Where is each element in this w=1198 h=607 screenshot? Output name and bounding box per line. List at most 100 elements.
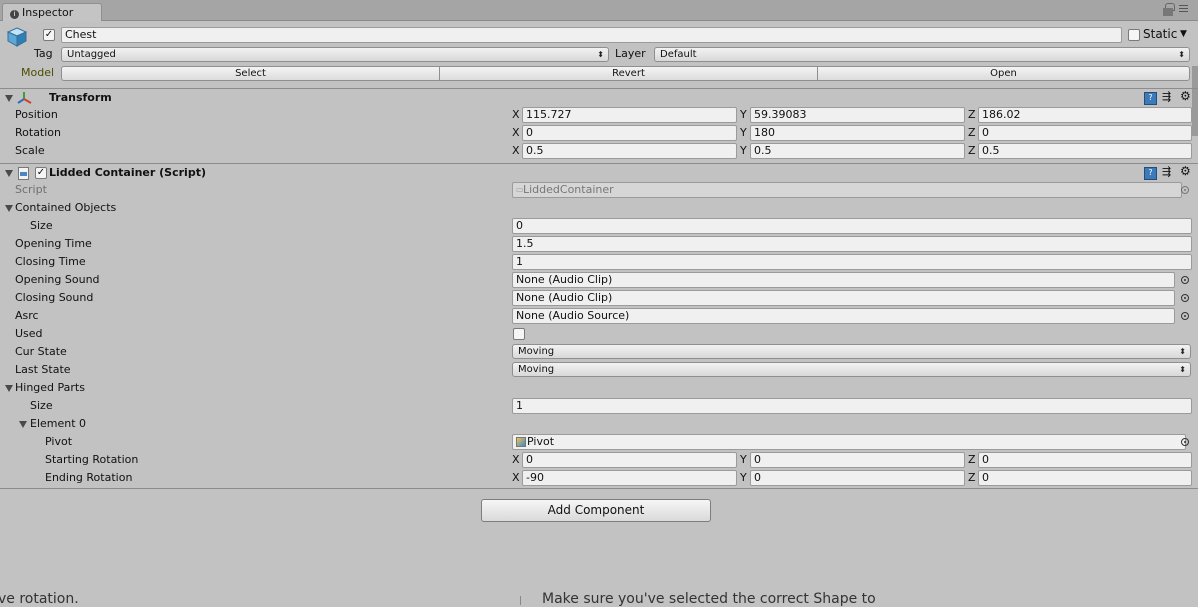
layer-dropdown[interactable]: Default ⬍: [654, 47, 1190, 62]
cur-state-value: Moving: [518, 346, 555, 357]
hinged-size-field[interactable]: 1: [512, 398, 1192, 414]
object-picker-icon[interactable]: [1181, 294, 1189, 302]
contained-objects-label[interactable]: Contained Objects: [15, 201, 116, 215]
axis-x-label[interactable]: X: [512, 471, 520, 485]
ending-rotation-x-field[interactable]: -90: [522, 470, 737, 486]
gear-icon[interactable]: ⚙: [1180, 89, 1191, 103]
pivot-label: Pivot: [45, 435, 73, 448]
tag-dropdown[interactable]: Untagged ⬍: [61, 47, 609, 62]
rotation-y-field[interactable]: 180: [750, 125, 965, 141]
contained-size-field[interactable]: 0: [512, 218, 1192, 234]
hinged-size-label: Size: [30, 399, 53, 412]
starting-rotation-x-field[interactable]: 0: [522, 452, 737, 468]
axis-z-label[interactable]: Z: [968, 453, 976, 467]
rotation-label: Rotation: [15, 126, 62, 139]
axis-y-label[interactable]: Y: [740, 108, 747, 122]
ending-rotation-z-field[interactable]: 0: [978, 470, 1192, 486]
axis-z-label[interactable]: Z: [968, 144, 976, 158]
scrollbar[interactable]: [1192, 66, 1198, 136]
menu-icon[interactable]: [1179, 5, 1188, 14]
updown-arrow-icon: ⬍: [1179, 347, 1186, 356]
preset-icon[interactable]: ⇶: [1162, 165, 1171, 179]
ending-rotation-y-field[interactable]: 0: [750, 470, 965, 486]
axis-y-label[interactable]: Y: [740, 453, 747, 467]
opening-time-label: Opening Time: [15, 237, 92, 250]
closing-time-field[interactable]: 1: [512, 254, 1192, 270]
opening-time-field[interactable]: 1.5: [512, 236, 1192, 252]
model-open-button[interactable]: Open: [817, 66, 1190, 81]
axis-y-label[interactable]: Y: [740, 471, 747, 485]
scale-y-field[interactable]: 0.5: [750, 143, 965, 159]
transform-title: Transform: [49, 91, 112, 104]
model-select-button[interactable]: Select: [61, 66, 440, 81]
divider: [0, 88, 1198, 89]
pivot-field[interactable]: Pivot: [512, 434, 1186, 450]
hinged-parts-label[interactable]: Hinged Parts: [15, 381, 85, 395]
tab-title: Inspector: [22, 6, 74, 19]
axis-x-label[interactable]: X: [512, 126, 520, 140]
object-picker-icon[interactable]: [1181, 312, 1189, 320]
preset-icon[interactable]: ⇶: [1162, 90, 1171, 104]
axis-x-label[interactable]: X: [512, 453, 520, 467]
element-0-label[interactable]: Element 0: [30, 417, 86, 431]
axis-z-label[interactable]: Z: [968, 126, 976, 140]
position-x-field[interactable]: 115.727: [522, 107, 737, 123]
script-reference-field: ▭ LiddedContainer: [512, 182, 1182, 198]
used-label: Used: [15, 327, 43, 340]
static-dropdown-icon[interactable]: ▼: [1180, 27, 1187, 41]
active-checkbox[interactable]: ✓: [43, 29, 55, 41]
scale-label: Scale: [15, 144, 45, 157]
used-checkbox[interactable]: [513, 328, 525, 340]
axis-y-label[interactable]: Y: [740, 126, 747, 140]
name-field[interactable]: Chest: [61, 27, 1122, 43]
updown-arrow-icon: ⬍: [1179, 365, 1186, 374]
axis-x-label[interactable]: X: [512, 108, 520, 122]
opening-sound-label: Opening Sound: [15, 273, 100, 286]
position-z-field[interactable]: 186.02: [978, 107, 1192, 123]
scale-z-field[interactable]: 0.5: [978, 143, 1192, 159]
asrc-field[interactable]: None (Audio Source): [512, 308, 1175, 324]
cur-state-dropdown[interactable]: Moving ⬍: [512, 344, 1191, 359]
tab-bar: i Inspector: [0, 0, 1198, 21]
starting-rotation-z-field[interactable]: 0: [978, 452, 1192, 468]
object-picker-icon[interactable]: [1181, 438, 1189, 446]
axis-z-label[interactable]: Z: [968, 471, 976, 485]
script-foldout-arrow[interactable]: [5, 170, 13, 177]
position-y-field[interactable]: 59.39083: [750, 107, 965, 123]
starting-rotation-y-field[interactable]: 0: [750, 452, 965, 468]
script-enabled-checkbox[interactable]: ✓: [35, 167, 47, 179]
transform-foldout-arrow[interactable]: [5, 95, 13, 102]
element-0-foldout-arrow[interactable]: [19, 421, 27, 428]
cur-state-label: Cur State: [15, 345, 67, 358]
script-reference-value: LiddedContainer: [523, 183, 614, 196]
help-book-icon[interactable]: ?: [1144, 167, 1157, 180]
updown-arrow-icon: ⬍: [597, 50, 604, 59]
info-icon: i: [10, 10, 19, 19]
divider: [0, 163, 1198, 164]
divider: [0, 488, 1198, 489]
axis-x-label[interactable]: X: [512, 144, 520, 158]
last-state-label: Last State: [15, 363, 71, 376]
add-component-button[interactable]: Add Component: [481, 499, 711, 522]
last-state-dropdown[interactable]: Moving ⬍: [512, 362, 1191, 377]
rotation-x-field[interactable]: 0: [522, 125, 737, 141]
rotation-z-field[interactable]: 0: [978, 125, 1192, 141]
closing-time-label: Closing Time: [15, 255, 86, 268]
contained-objects-foldout-arrow[interactable]: [5, 205, 13, 212]
gear-icon[interactable]: ⚙: [1180, 164, 1191, 178]
tab-inspector[interactable]: i Inspector: [2, 3, 102, 21]
closing-sound-field[interactable]: None (Audio Clip): [512, 290, 1175, 306]
help-book-icon[interactable]: ?: [1144, 92, 1157, 105]
position-label: Position: [15, 108, 58, 121]
static-label: Static: [1143, 27, 1178, 41]
hinged-parts-foldout-arrow[interactable]: [5, 385, 13, 392]
axis-y-label[interactable]: Y: [740, 144, 747, 158]
object-picker-icon[interactable]: [1181, 276, 1189, 284]
opening-sound-field[interactable]: None (Audio Clip): [512, 272, 1175, 288]
scale-x-field[interactable]: 0.5: [522, 143, 737, 159]
axis-z-label[interactable]: Z: [968, 108, 976, 122]
static-checkbox[interactable]: [1128, 29, 1140, 41]
script-file-icon: [18, 167, 29, 180]
lock-icon-body[interactable]: [1163, 8, 1173, 16]
model-revert-button[interactable]: Revert: [439, 66, 818, 81]
